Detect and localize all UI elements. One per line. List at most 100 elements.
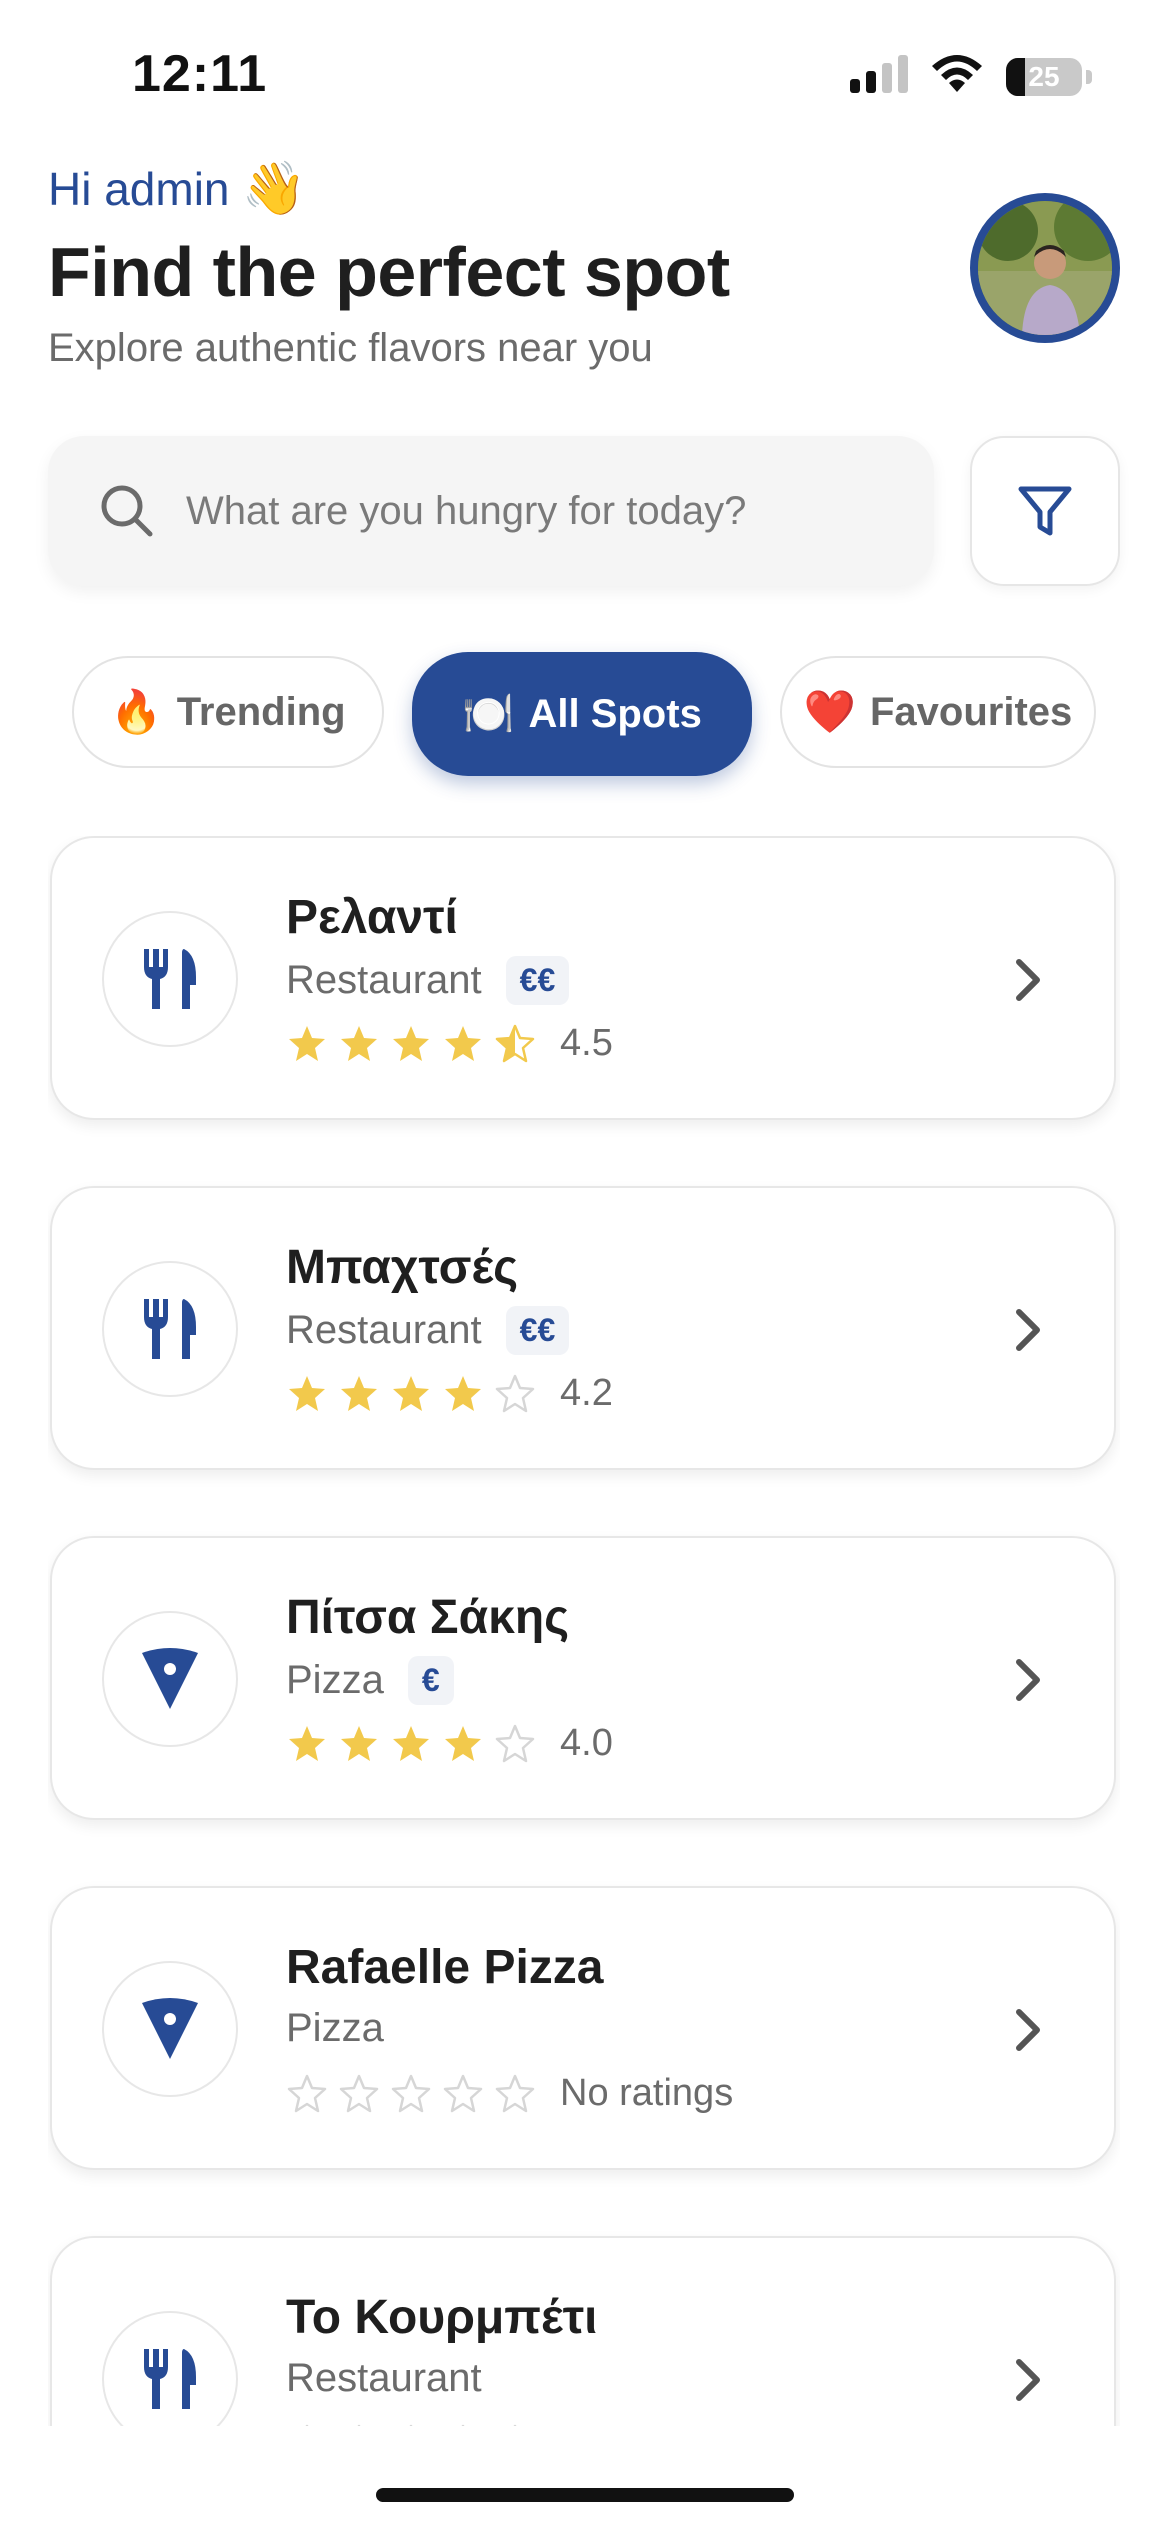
- star-icon: [341, 1375, 377, 1411]
- star-icon: [495, 1024, 535, 1062]
- spot-meta: Restaurant €€: [286, 1306, 570, 1355]
- fork-knife-icon: [144, 2349, 196, 2409]
- star-icon: [341, 1025, 377, 1061]
- cellular-signal-icon: [850, 55, 908, 98]
- chevron-right-icon: [1016, 959, 1040, 1001]
- spot-icon-circle: [102, 1961, 238, 2097]
- spot-name: Μπαχτσές: [286, 1241, 519, 1294]
- home-indicator[interactable]: [376, 2488, 794, 2502]
- fork-knife-icon: [144, 1299, 196, 1359]
- tab-trending[interactable]: 🔥 Trending: [72, 656, 384, 768]
- star-icon: [461, 2424, 465, 2426]
- star-icon: [391, 2074, 431, 2112]
- spot-card[interactable]: Πίτσα Σάκης Pizza € 4.0: [50, 1536, 1116, 1820]
- spot-category: Pizza: [286, 2006, 384, 2050]
- price-badge: €€: [505, 956, 570, 1005]
- spot-name: Το Κουρμπέτι: [286, 2291, 598, 2344]
- star-icon: [305, 2424, 309, 2426]
- star-icon: [445, 1375, 481, 1411]
- star-icon: [495, 1724, 535, 1762]
- chevron-right-icon: [1016, 1659, 1040, 1701]
- tab-favourites[interactable]: ❤️ Favourites: [780, 656, 1096, 768]
- spot-icon-circle: [102, 1261, 238, 1397]
- spot-category: Restaurant: [286, 958, 482, 1002]
- rating-value: 4.0: [560, 1722, 613, 1764]
- chevron-right-icon: [1016, 2359, 1040, 2401]
- star-icon: [409, 2424, 413, 2426]
- star-rating: [286, 1374, 536, 1414]
- star-icon: [445, 1025, 481, 1061]
- greeting: Hi admin 👋: [48, 158, 306, 219]
- star-icon: [393, 1025, 429, 1061]
- spot-name: Ρελαντί: [286, 891, 458, 944]
- rating-value: No ratings: [560, 2072, 734, 2114]
- star-icon: [287, 2074, 327, 2112]
- filter-button[interactable]: [970, 436, 1120, 586]
- status-indicators: 25: [850, 54, 1092, 99]
- rating-value: 4.2: [560, 1372, 613, 1414]
- spot-meta: Restaurant: [286, 2356, 482, 2401]
- star-rating: [286, 1724, 536, 1764]
- page-subtitle: Explore authentic flavors near you: [48, 326, 653, 370]
- spot-icon-circle: [102, 1611, 238, 1747]
- star-icon: [443, 2074, 483, 2112]
- pizza-slice-icon: [142, 1998, 198, 2059]
- status-bar: 12:11 25: [0, 0, 1170, 150]
- spot-rating: No ratings: [286, 2422, 733, 2426]
- star-icon: [495, 2074, 535, 2112]
- star-icon: [289, 1025, 325, 1061]
- chevron-right-icon: [1016, 2009, 1040, 2051]
- star-icon: [357, 2424, 361, 2426]
- heart-icon: ❤️: [803, 687, 856, 735]
- fire-icon: 🔥: [110, 687, 163, 735]
- spot-meta: Pizza €: [286, 1656, 454, 1705]
- wifi-icon: [930, 54, 984, 99]
- tab-favourites-label: Favourites: [870, 689, 1073, 734]
- spot-meta: Restaurant €€: [286, 956, 570, 1005]
- star-rating: [286, 2424, 536, 2426]
- search-box[interactable]: [48, 436, 934, 586]
- battery-icon: 25: [1006, 57, 1082, 96]
- spot-icon-circle: [102, 2311, 238, 2426]
- page-title: Find the perfect spot: [48, 233, 730, 311]
- battery-percent: 25: [1028, 60, 1060, 92]
- search-icon: [101, 485, 153, 537]
- tab-all-spots-label: All Spots: [528, 691, 702, 736]
- tab-all-spots[interactable]: 🍽️ All Spots: [412, 652, 752, 776]
- star-icon: [513, 2424, 517, 2426]
- spot-card[interactable]: Μπαχτσές Restaurant €€ 4.2: [50, 1186, 1116, 1470]
- spot-category: Restaurant: [286, 2356, 482, 2400]
- chevron-right-icon: [1016, 1309, 1040, 1351]
- search-input[interactable]: [184, 487, 888, 535]
- star-rating: [286, 2074, 536, 2114]
- filter-funnel-icon: [1018, 486, 1072, 536]
- spot-name: Rafaelle Pizza: [286, 1941, 604, 1994]
- spot-card[interactable]: Το Κουρμπέτι Restaurant No ratings: [50, 2236, 1116, 2426]
- spot-category: Pizza: [286, 1658, 384, 1702]
- spots-list: Ρελαντί Restaurant €€ 4.5 Μπαχτσές Resta…: [48, 836, 1120, 2426]
- star-icon: [495, 1374, 535, 1412]
- spot-name: Πίτσα Σάκης: [286, 1591, 570, 1644]
- price-badge: €: [407, 1656, 454, 1705]
- star-icon: [445, 1725, 481, 1761]
- spot-rating: 4.0: [286, 1722, 613, 1765]
- spot-card[interactable]: Rafaelle Pizza Pizza No ratings: [50, 1886, 1116, 2170]
- plate-icon: 🍽️: [462, 689, 515, 737]
- filter-tabs: 🔥 Trending 🍽️ All Spots ❤️ Favourites: [0, 652, 1170, 776]
- spot-card[interactable]: Ρελαντί Restaurant €€ 4.5: [50, 836, 1116, 1120]
- rating-value: 4.5: [560, 1022, 613, 1064]
- avatar-photo: [978, 201, 1112, 335]
- rating-value: No ratings: [560, 2422, 733, 2426]
- avatar[interactable]: [970, 193, 1120, 343]
- pizza-slice-icon: [142, 1648, 198, 1709]
- tab-trending-label: Trending: [176, 689, 346, 734]
- spot-rating: 4.2: [286, 1372, 613, 1415]
- spot-icon-circle: [102, 911, 238, 1047]
- star-icon: [341, 1725, 377, 1761]
- battery-cap: [1086, 69, 1092, 84]
- status-time: 12:11: [132, 45, 268, 103]
- spot-rating: No ratings: [286, 2072, 733, 2115]
- star-icon: [339, 2074, 379, 2112]
- star-rating: [286, 1024, 536, 1064]
- star-icon: [393, 1725, 429, 1761]
